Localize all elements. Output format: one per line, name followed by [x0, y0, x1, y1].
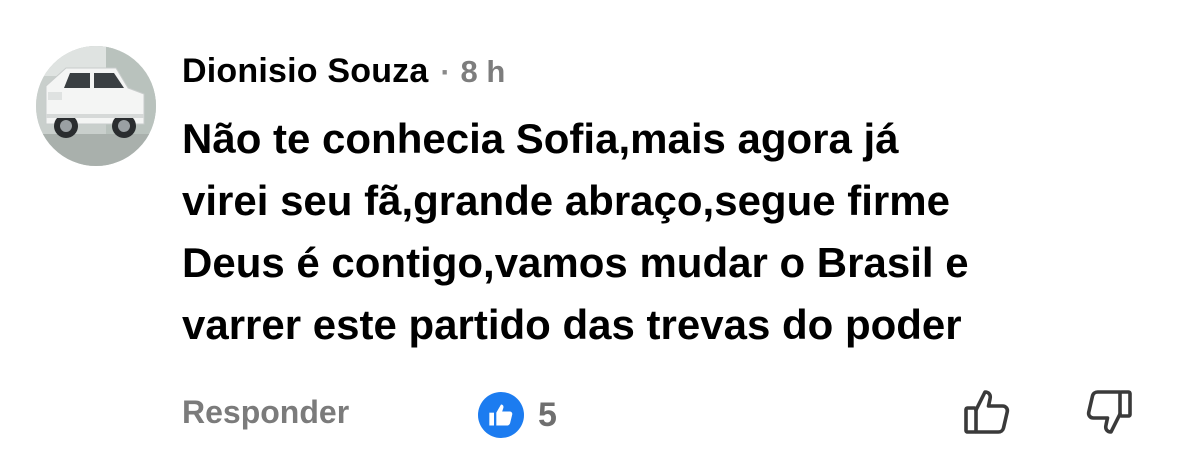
comment-header: Dionisio Souza · 8 h — [182, 52, 505, 102]
like-summary[interactable]: 5 — [478, 392, 557, 438]
avatar-image — [36, 46, 156, 166]
separator-dot: · — [440, 56, 451, 89]
timestamp: 8 h — [460, 54, 506, 89]
comment-actions: Responder 5 — [182, 386, 1142, 446]
avatar[interactable] — [36, 46, 156, 166]
downvote-button[interactable] — [1084, 386, 1134, 438]
upvote-button[interactable] — [962, 386, 1012, 438]
thumbs-up-outline-icon — [964, 390, 1010, 434]
reply-button[interactable]: Responder — [182, 394, 349, 431]
author-name[interactable]: Dionisio Souza — [182, 52, 428, 91]
comment-text: Não te conhecia Sofia,mais agora já vire… — [182, 115, 969, 348]
like-count: 5 — [538, 395, 557, 434]
comment: Dionisio Souza · 8 h Não te conhecia Sof… — [0, 0, 1179, 465]
thumbs-up-icon — [478, 392, 524, 438]
thumbs-down-outline-icon — [1086, 390, 1132, 434]
